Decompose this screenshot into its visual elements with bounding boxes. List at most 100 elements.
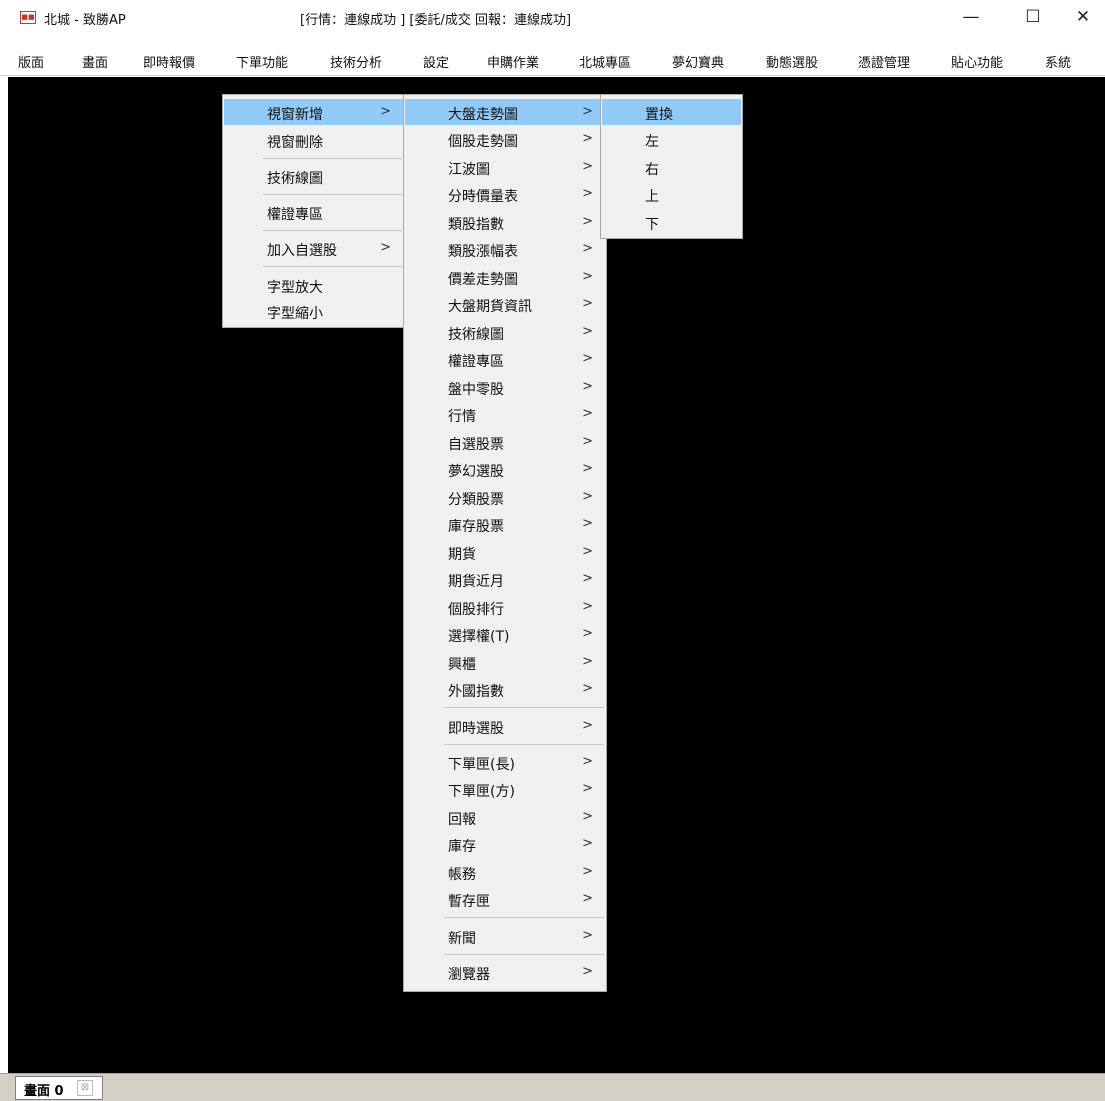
submenu-item[interactable]: 類股漲幅表 >: [405, 236, 605, 262]
submenu-item-label: 行情: [448, 409, 476, 425]
menu-item-font-smaller[interactable]: 字型縮小: [224, 298, 403, 324]
submenu-item-label: 下單匣(長): [448, 757, 515, 773]
connection-status: [行情：連線成功 ] [委託/成交 回報：連線成功]: [300, 13, 572, 28]
position-item-top[interactable]: 上: [602, 181, 741, 207]
menu-separator: [263, 158, 402, 159]
minimize-button[interactable]: —: [948, 0, 994, 36]
chevron-right-icon: >: [582, 891, 593, 906]
menu-separator: [263, 194, 402, 195]
menu-bar: 版面 畫面 即時報價 下單功能 技術分析 設定 申購作業 北城專區 夢幻寶典 動…: [0, 36, 1105, 76]
submenu-item[interactable]: 興櫃 >: [405, 649, 605, 675]
menu-dynamic-screening[interactable]: 動態選股: [766, 52, 818, 71]
chevron-right-icon: >: [582, 571, 593, 586]
maximize-button[interactable]: ☐: [1010, 0, 1056, 36]
submenu-item[interactable]: 帳務 >: [405, 859, 605, 885]
submenu-item[interactable]: 分時價量表 >: [405, 181, 605, 207]
position-item-right[interactable]: 右: [602, 154, 741, 180]
submenu-item-label: 價差走勢圖: [448, 272, 518, 288]
chevron-right-icon: >: [582, 754, 593, 769]
submenu-item[interactable]: 技術線圖 >: [405, 319, 605, 345]
submenu-item-label: 夢幻選股: [448, 464, 504, 480]
menu-convenience[interactable]: 貼心功能: [951, 52, 1003, 71]
submenu-item[interactable]: 瀏覽器 >: [405, 959, 605, 985]
position-item-bottom[interactable]: 下: [602, 209, 741, 235]
submenu-item[interactable]: 期貨 >: [405, 539, 605, 565]
menu-item-font-larger[interactable]: 字型放大: [224, 272, 403, 298]
submenu-item[interactable]: 選擇權(T) >: [405, 621, 605, 647]
submenu-item[interactable]: 盤中零股 >: [405, 374, 605, 400]
submenu-item-label: 興櫃: [448, 657, 476, 673]
menu-item-add-window[interactable]: 視窗新增 >: [224, 99, 403, 125]
submenu-item[interactable]: 新聞 >: [405, 923, 605, 949]
submenu-item[interactable]: 個股走勢圖 >: [405, 126, 605, 152]
submenu-item[interactable]: 權證專區 >: [405, 346, 605, 372]
menu-technical-analysis[interactable]: 技術分析: [330, 52, 382, 71]
submenu-item-label: 分類股票: [448, 492, 504, 508]
position-item-label: 下: [645, 217, 659, 233]
close-icon[interactable]: ⊠: [77, 1080, 93, 1096]
submenu-item[interactable]: 自選股票 >: [405, 429, 605, 455]
submenu-item-label: 大盤期貨資訊: [448, 299, 532, 315]
app-logo-icon[interactable]: ■■: [20, 11, 36, 24]
submenu-item[interactable]: 庫存股票 >: [405, 511, 605, 537]
chevron-right-icon: >: [582, 406, 593, 421]
submenu-item[interactable]: 下單匣(方) >: [405, 776, 605, 802]
chevron-right-icon: >: [582, 214, 593, 229]
submenu-item[interactable]: 江波圖 >: [405, 154, 605, 180]
submenu-item[interactable]: 大盤走勢圖 >: [405, 99, 605, 125]
title-bar: ■■ 北城 - 致勝AP [行情：連線成功 ] [委託/成交 回報：連線成功] …: [0, 0, 1105, 36]
menu-item-add-watchlist[interactable]: 加入自選股 >: [224, 235, 403, 261]
chevron-right-icon: >: [582, 324, 593, 339]
submenu-item[interactable]: 下單匣(長) >: [405, 749, 605, 775]
submenu-item-label: 帳務: [448, 867, 476, 883]
submenu-item-label: 回報: [448, 812, 476, 828]
menu-beicheng-zone[interactable]: 北城專區: [579, 52, 631, 71]
submenu-item[interactable]: 期貨近月 >: [405, 566, 605, 592]
submenu-item[interactable]: 暫存匣 >: [405, 886, 605, 912]
menu-separator: [444, 954, 604, 955]
menu-system[interactable]: 系統: [1045, 52, 1071, 71]
submenu-item[interactable]: 分類股票 >: [405, 484, 605, 510]
submenu-item[interactable]: 行情 >: [405, 401, 605, 427]
position-item-label: 上: [645, 189, 659, 205]
menu-screen[interactable]: 畫面: [82, 52, 108, 71]
position-item-replace[interactable]: 置換: [602, 99, 741, 125]
chevron-right-icon: >: [582, 654, 593, 669]
submenu-item-label: 個股走勢圖: [448, 134, 518, 150]
menu-certificate[interactable]: 憑證管理: [858, 52, 910, 71]
chevron-right-icon: >: [582, 104, 593, 119]
submenu-item[interactable]: 價差走勢圖 >: [405, 264, 605, 290]
tab-screen-0[interactable]: 畫面 0 ⊠: [15, 1076, 103, 1100]
submenu-item-label: 江波圖: [448, 162, 490, 178]
menu-order[interactable]: 下單功能: [236, 52, 288, 71]
menu-subscription[interactable]: 申購作業: [487, 52, 539, 71]
menu-dream-guide[interactable]: 夢幻寶典: [672, 52, 724, 71]
submenu-item[interactable]: 回報 >: [405, 804, 605, 830]
menu-item-label: 視窗新增: [267, 107, 323, 123]
chevron-right-icon: >: [582, 864, 593, 879]
submenu-item[interactable]: 外國指數 >: [405, 676, 605, 702]
submenu-item-label: 權證專區: [448, 354, 504, 370]
menu-item-label: 加入自選股: [267, 243, 337, 259]
submenu-item-label: 庫存: [448, 839, 476, 855]
submenu-item[interactable]: 夢幻選股 >: [405, 456, 605, 482]
position-item-label: 置換: [645, 107, 673, 123]
submenu-item[interactable]: 即時選股 >: [405, 713, 605, 739]
menu-settings[interactable]: 設定: [423, 52, 449, 71]
menu-realtime-quote[interactable]: 即時報價: [143, 52, 195, 71]
submenu-item[interactable]: 類股指數 >: [405, 209, 605, 235]
menu-separator: [263, 230, 402, 231]
submenu-item[interactable]: 庫存 >: [405, 831, 605, 857]
position-item-left[interactable]: 左: [602, 126, 741, 152]
close-button[interactable]: ✕: [1060, 0, 1105, 36]
submenu-item-label: 類股指數: [448, 217, 504, 233]
menu-item-warrant-zone[interactable]: 權證專區: [224, 199, 403, 225]
submenu-item[interactable]: 個股排行 >: [405, 594, 605, 620]
menu-item-technical-chart[interactable]: 技術線圖: [224, 163, 403, 189]
menu-item-delete-window[interactable]: 視窗刪除: [224, 127, 403, 153]
submenu-item-label: 新聞: [448, 931, 476, 947]
submenu-item[interactable]: 大盤期貨資訊 >: [405, 291, 605, 317]
menu-separator: [263, 266, 402, 267]
menu-layout[interactable]: 版面: [18, 52, 44, 71]
menu-item-label: 權證專區: [267, 207, 323, 223]
